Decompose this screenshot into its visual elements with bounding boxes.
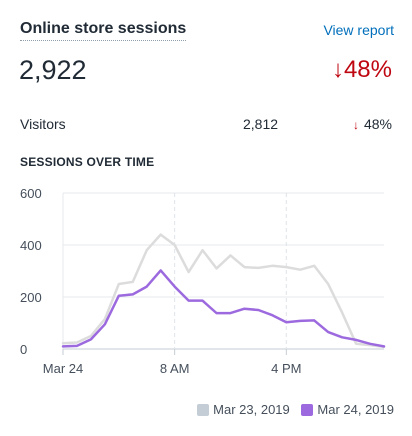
series-line-current — [61, 269, 386, 348]
legend-label-current: Mar 24, 2019 — [317, 402, 394, 417]
chart-legend: Mar 23, 2019 Mar 24, 2019 — [189, 402, 394, 420]
series-line-previous — [61, 233, 386, 349]
y-tick-label: 400 — [20, 238, 42, 253]
y-axis-ticks: 0 200 400 600 — [20, 186, 42, 357]
legend-swatch-current — [301, 404, 314, 416]
x-tick-label: Mar 24 — [43, 361, 83, 376]
x-axis-ticks: Mar 24 8 AM 4 PM — [43, 361, 302, 376]
sessions-line-chart: 0 200 400 600 Mar 24 8 AM 4 PM — [20, 186, 386, 376]
x-tick-label: 4 PM — [271, 361, 301, 376]
legend-swatch-previous — [197, 404, 210, 416]
y-tick-label: 200 — [20, 290, 42, 305]
chart-series — [61, 233, 386, 349]
y-tick-label: 600 — [20, 186, 42, 201]
x-tick-label: 8 AM — [160, 361, 190, 376]
y-tick-label: 0 — [20, 342, 27, 357]
chart-grid — [62, 192, 384, 355]
legend-item-current[interactable]: Mar 24, 2019 — [301, 402, 394, 418]
legend-item-previous[interactable]: Mar 23, 2019 — [197, 402, 290, 418]
legend-label-previous: Mar 23, 2019 — [213, 402, 290, 417]
